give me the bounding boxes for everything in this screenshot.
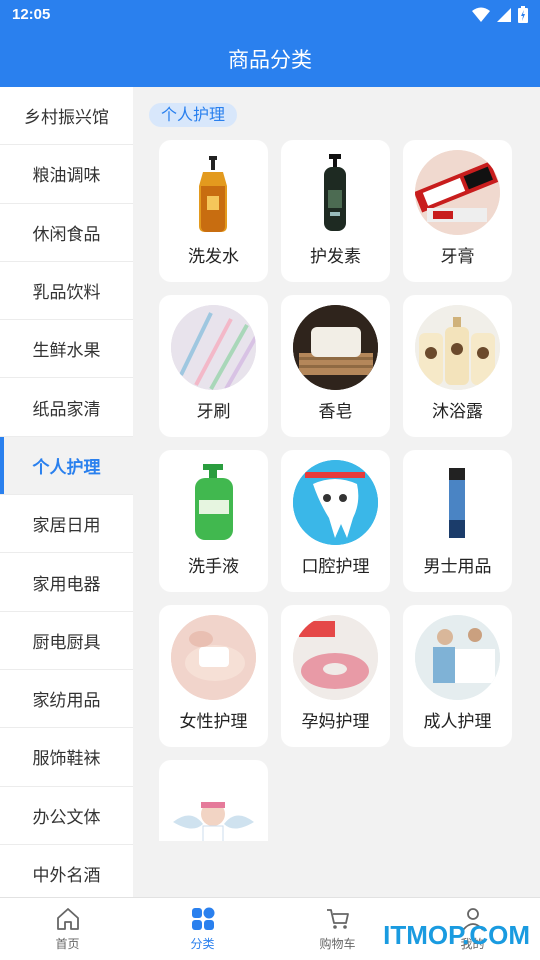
maternity-care-image — [293, 615, 378, 700]
category-icon — [191, 907, 214, 930]
category-label: 女性护理 — [179, 712, 248, 732]
toothbrush-image — [171, 305, 256, 390]
category-label: 男士用品 — [423, 557, 492, 577]
sidebar-item[interactable]: 家用电器 — [0, 553, 133, 612]
category-card-feminine-care[interactable]: 女性护理 — [159, 605, 268, 747]
category-card-oral-care[interactable]: 口腔护理 — [281, 450, 390, 592]
home-icon — [56, 908, 79, 930]
sidebar-item[interactable]: 家居日用 — [0, 495, 133, 554]
nurse-image — [171, 794, 256, 841]
category-label: 牙刷 — [196, 402, 231, 422]
status-bar: 12:05 — [0, 0, 540, 30]
oral-care-image — [293, 460, 378, 545]
category-label: 香皂 — [318, 402, 353, 422]
category-card-toothpaste[interactable]: 牙膏 — [403, 140, 512, 282]
status-icons — [472, 6, 528, 23]
signal-icon — [497, 7, 511, 22]
watermark: ITMOP.COM — [383, 920, 530, 950]
sidebar-item[interactable]: 休闲食品 — [0, 204, 133, 262]
category-card-soap[interactable]: 香皂 — [281, 295, 390, 437]
sidebar-item[interactable]: 乳品饮料 — [0, 262, 133, 321]
category-card-mens-products[interactable]: 男士用品 — [403, 450, 512, 592]
sidebar-item[interactable]: 厨电厨具 — [0, 612, 133, 670]
category-label: 洗发水 — [188, 247, 239, 267]
page-title: 商品分类 — [228, 47, 312, 72]
conditioner-image — [293, 150, 378, 235]
category-card-conditioner[interactable]: 护发素 — [281, 140, 390, 282]
sidebar-item[interactable]: 纸品家清 — [0, 378, 133, 437]
feminine-care-image — [171, 615, 256, 700]
sidebar-item[interactable]: 生鲜水果 — [0, 320, 133, 379]
shampoo-image — [171, 150, 256, 235]
tab-label: 购物车 — [319, 937, 356, 951]
tab-label: 分类 — [190, 937, 215, 951]
category-label: 牙膏 — [440, 247, 475, 267]
sidebar-item[interactable]: 服饰鞋袜 — [0, 728, 133, 787]
sidebar-item[interactable]: 中外名酒 — [0, 845, 133, 897]
category-label: 洗手液 — [188, 557, 239, 577]
battery-icon — [518, 6, 528, 23]
title-bar: 商品分类 — [0, 30, 540, 87]
soap-image — [293, 305, 378, 390]
adult-care-image — [415, 615, 500, 700]
wifi-icon — [472, 7, 490, 22]
category-content: 个人护理 洗发水 护发素 牙膏 牙刷 香皂 沐浴露 洗手液 口腔护理 男士用品 … — [133, 87, 540, 897]
category-card-hand-wash[interactable]: 洗手液 — [159, 450, 268, 592]
category-card-adult-care[interactable]: 成人护理 — [403, 605, 512, 747]
category-label: 沐浴露 — [432, 402, 483, 422]
sidebar-item[interactable]: 粮油调味 — [0, 145, 133, 204]
tab-category[interactable]: 分类 — [135, 898, 270, 960]
category-sidebar: 乡村振兴馆 粮油调味 休闲食品 乳品饮料 生鲜水果 纸品家清 个人护理 家居日用… — [0, 87, 133, 897]
tab-home[interactable]: 首页 — [0, 898, 135, 960]
status-time: 12:05 — [12, 6, 51, 23]
sidebar-item[interactable]: 办公文体 — [0, 787, 133, 845]
cart-icon — [326, 909, 349, 929]
category-card-shampoo[interactable]: 洗发水 — [159, 140, 268, 282]
mens-products-image — [415, 460, 500, 545]
category-label: 成人护理 — [423, 712, 492, 732]
sidebar-item[interactable]: 乡村振兴馆 — [0, 87, 133, 146]
category-label: 孕妈护理 — [301, 712, 370, 732]
category-label: 护发素 — [310, 247, 361, 267]
sidebar-item[interactable]: 家纺用品 — [0, 670, 133, 729]
sidebar-item-active[interactable]: 个人护理 — [0, 436, 133, 496]
category-label: 口腔护理 — [301, 557, 370, 577]
toothpaste-image — [415, 150, 500, 235]
hand-wash-image — [171, 460, 256, 545]
category-card-partial[interactable] — [159, 760, 268, 841]
category-card-toothbrush[interactable]: 牙刷 — [159, 295, 268, 437]
section-title: 个人护理 — [149, 103, 238, 127]
tab-label: 首页 — [55, 937, 80, 951]
category-card-maternity-care[interactable]: 孕妈护理 — [281, 605, 390, 747]
category-card-body-wash[interactable]: 沐浴露 — [403, 295, 512, 437]
body-wash-image — [415, 305, 500, 390]
